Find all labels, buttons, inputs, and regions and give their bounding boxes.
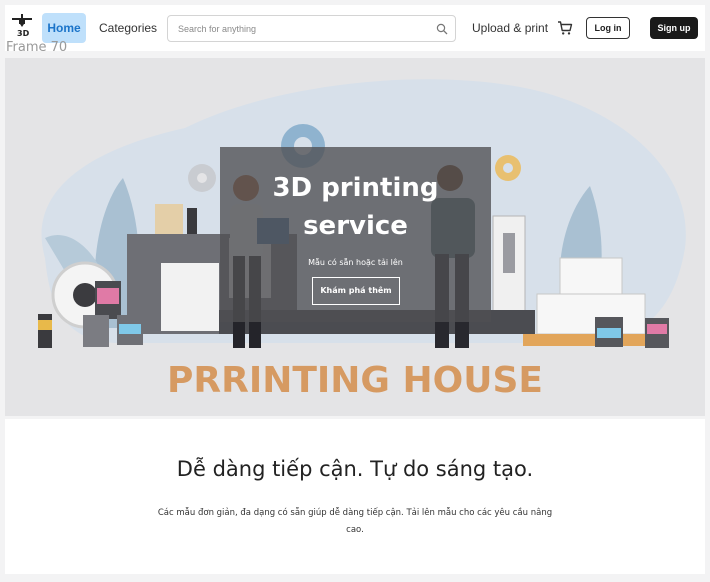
search-icon[interactable] xyxy=(436,22,448,35)
hero-banner: 3D printing service Mẫu có sẵn hoặc tải … xyxy=(5,58,705,416)
signup-button[interactable]: Sign up xyxy=(650,17,698,39)
hero-brand-text: PRRINTING HOUSE xyxy=(167,360,543,401)
cart-icon[interactable] xyxy=(557,20,573,36)
hero-overlay-card: 3D printing service Mẫu có sẵn hoặc tải … xyxy=(220,147,491,322)
search-box xyxy=(167,15,456,42)
section-body: Các mẫu đơn giản, đa dạng có sẵn giúp dễ… xyxy=(157,508,553,535)
logo-text: 3D xyxy=(17,29,30,38)
login-button[interactable]: Log in xyxy=(586,17,630,39)
explore-more-button[interactable]: Khám phá thêm xyxy=(312,277,400,305)
nav-upload-print-link[interactable]: Upload & print xyxy=(472,13,548,43)
intro-section: Dễ dàng tiếp cận. Tự do sáng tạo. Các mẫ… xyxy=(5,419,705,574)
nav-categories-link[interactable]: Categories xyxy=(99,13,157,43)
hero-subtitle: Mẫu có sẵn hoặc tải lên xyxy=(308,258,403,267)
nav-home-tab[interactable]: Home xyxy=(42,13,86,43)
section-title: Dễ dàng tiếp cận. Tự do sáng tạo. xyxy=(176,457,534,481)
top-navbar: 3D Home Categories Upload & print Log in… xyxy=(5,5,705,51)
hero-title: 3D printing service xyxy=(272,173,439,241)
search-input[interactable] xyxy=(176,20,430,38)
frame-label: Frame 70 xyxy=(6,40,68,55)
